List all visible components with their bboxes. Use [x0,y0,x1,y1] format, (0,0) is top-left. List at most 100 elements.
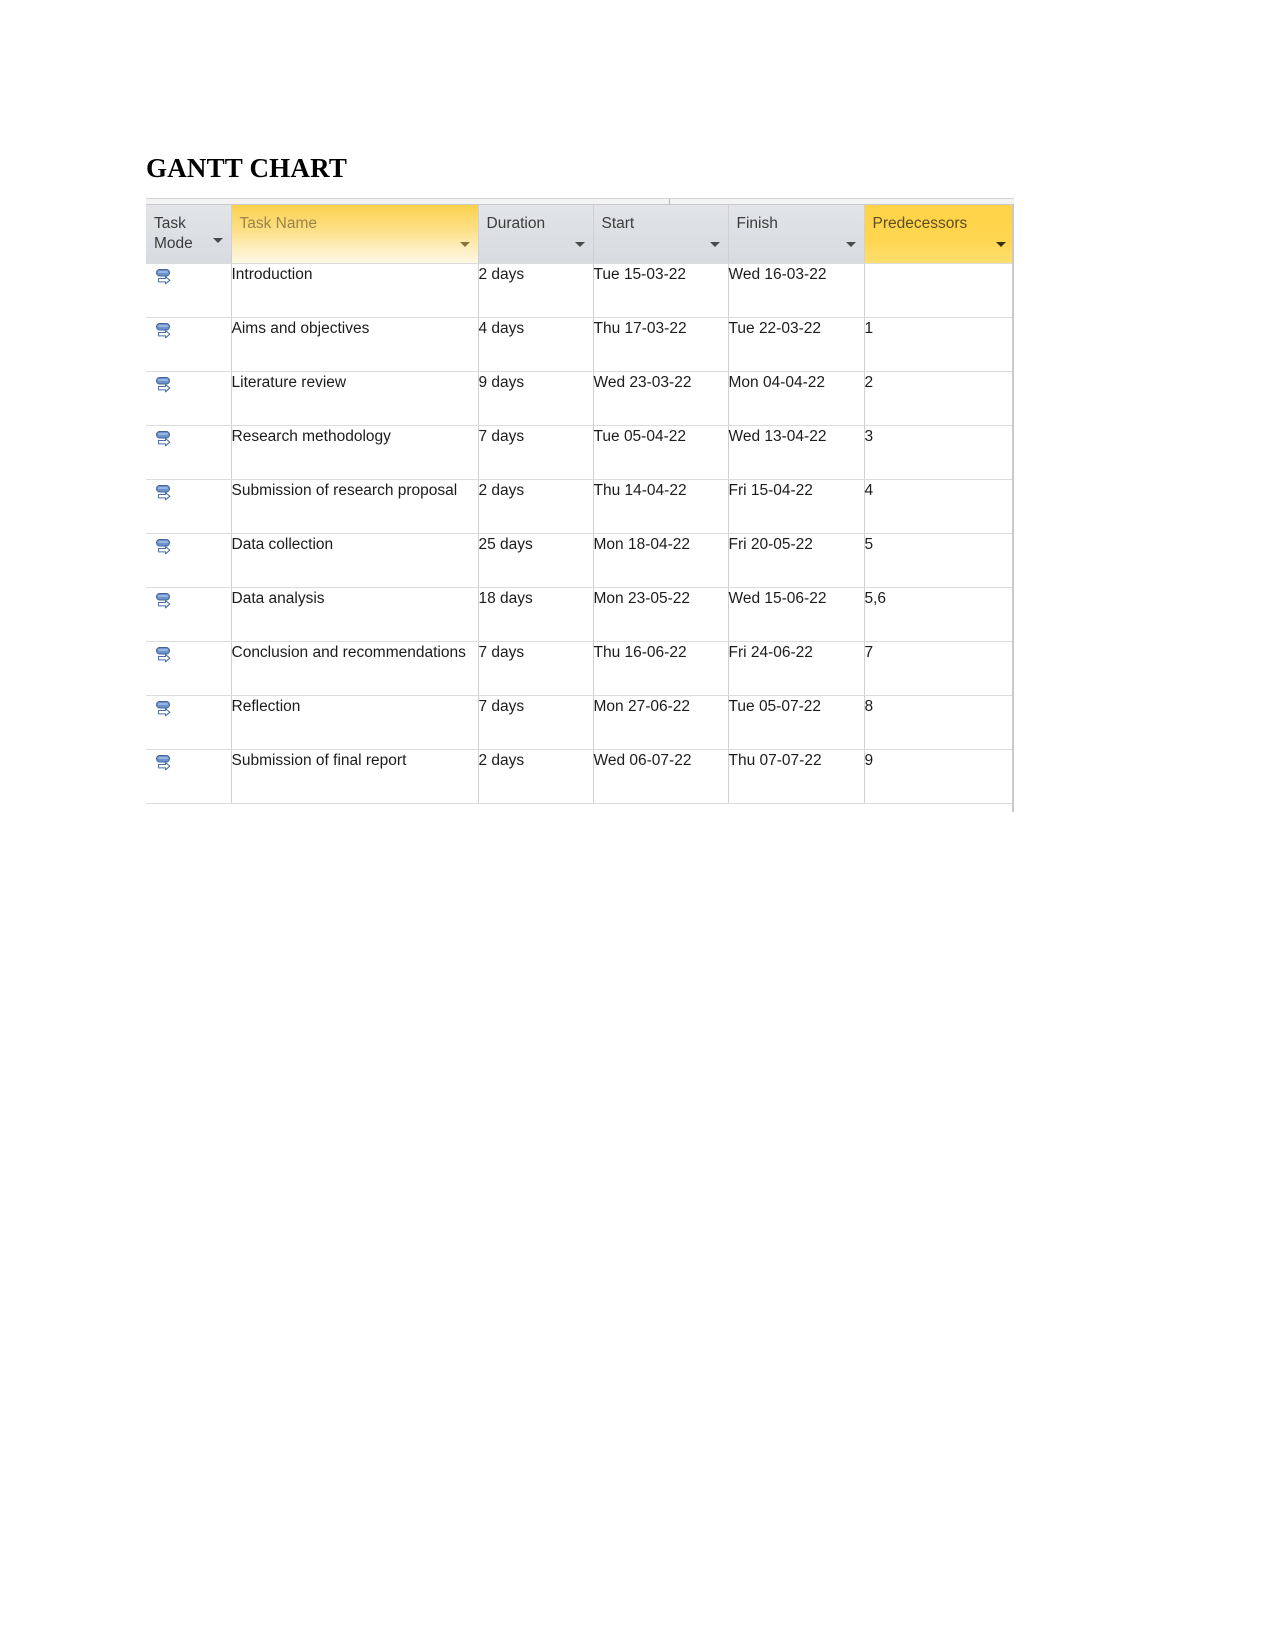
cell-duration[interactable]: 4 days [478,317,594,372]
column-header-finish-label: Finish [736,215,778,232]
cell-start-text: Thu 16-06-22 [593,643,687,661]
column-header-finish[interactable]: Finish [728,205,865,264]
cell-start[interactable]: Thu 14-04-22 [593,479,729,534]
cell-task-mode[interactable] [146,263,232,318]
cell-start[interactable]: Tue 05-04-22 [593,425,729,480]
cell-predecessors[interactable]: 7 [864,641,1014,696]
cell-predecessors[interactable]: 8 [864,695,1014,750]
cell-task-mode[interactable] [146,425,232,480]
table-row[interactable]: Introduction 2 days Tue 15-03-22 Wed 16-03-… [146,263,1014,318]
cell-start-text: Thu 14-04-22 [593,481,687,499]
cell-task-name[interactable]: Introduction [231,263,479,318]
cell-start[interactable]: Mon 27-06-22 [593,695,729,750]
cell-duration-text: 2 days [478,751,525,769]
cell-finish[interactable]: Tue 22-03-22 [728,317,865,372]
cell-task-name[interactable]: Submission of research proposal [231,479,479,534]
cell-task-mode[interactable] [146,641,232,696]
cell-predecessors-text: 5,6 [864,589,887,607]
table-row[interactable]: Data collection 25 days Mon 18-04-22 Fri 20… [146,533,1014,588]
column-header-task-mode[interactable]: Task Mode [146,205,232,264]
cell-duration[interactable]: 2 days [478,479,594,534]
cell-duration[interactable]: 2 days [478,263,594,318]
cell-task-name[interactable]: Submission of final report [231,749,479,804]
column-header-start[interactable]: Start [593,205,729,264]
cell-start[interactable]: Mon 23-05-22 [593,587,729,642]
chevron-down-icon[interactable] [996,241,1006,247]
column-header-task-name[interactable]: Task Name [231,205,479,264]
cell-task-name[interactable]: Aims and objectives [231,317,479,372]
cell-finish-text: Fri 20-05-22 [728,535,813,553]
cell-task-name-text: Data collection [231,535,334,553]
cell-duration-text: 2 days [478,265,525,283]
cell-task-name[interactable]: Literature review [231,371,479,426]
cell-task-name[interactable]: Reflection [231,695,479,750]
cell-task-name[interactable]: Data analysis [231,587,479,642]
cell-predecessors[interactable]: 1 [864,317,1014,372]
cell-start-text: Wed 06-07-22 [593,751,692,769]
cell-finish[interactable]: Fri 24-06-22 [728,641,865,696]
cell-predecessors[interactable]: 3 [864,425,1014,480]
cell-start[interactable]: Mon 18-04-22 [593,533,729,588]
table-row[interactable]: Research methodology 7 days Tue 05-04-22 We… [146,425,1014,480]
cell-duration[interactable]: 9 days [478,371,594,426]
cell-start[interactable]: Wed 06-07-22 [593,749,729,804]
cell-finish[interactable]: Thu 07-07-22 [728,749,865,804]
table-row[interactable]: Submission of research proposal 2 days Thu… [146,479,1014,534]
cell-task-mode[interactable] [146,479,232,534]
cell-finish[interactable]: Fri 20-05-22 [728,533,865,588]
cell-duration[interactable]: 18 days [478,587,594,642]
cell-task-name[interactable]: Research methodology [231,425,479,480]
cell-task-name[interactable]: Data collection [231,533,479,588]
cell-duration[interactable]: 7 days [478,695,594,750]
cell-duration-text: 25 days [478,535,533,553]
cell-start[interactable]: Thu 17-03-22 [593,317,729,372]
table-row[interactable]: Submission of final report 2 days Wed 06-0… [146,749,1014,804]
cell-finish[interactable]: Wed 16-03-22 [728,263,865,318]
cell-duration-text: 2 days [478,481,525,499]
cell-task-name-text: Submission of final report [231,751,407,769]
page-title: GANTT CHART [146,153,348,183]
cell-task-mode[interactable] [146,695,232,750]
cell-task-mode[interactable] [146,371,232,426]
cell-finish-text: Wed 13-04-22 [728,427,827,445]
auto-scheduled-icon [155,430,177,454]
cell-task-mode[interactable] [146,317,232,372]
chevron-down-icon[interactable] [212,237,223,243]
cell-predecessors[interactable]: 5,6 [864,587,1014,642]
cell-start[interactable]: Tue 15-03-22 [593,263,729,318]
table-row[interactable]: Data analysis 18 days Mon 23-05-22 Wed 15-0… [146,587,1014,642]
column-header-duration[interactable]: Duration [478,205,594,264]
cell-duration[interactable]: 7 days [478,425,594,480]
cell-start[interactable]: Thu 16-06-22 [593,641,729,696]
cell-duration[interactable]: 7 days [478,641,594,696]
cell-duration-text: 7 days [478,643,525,661]
cell-task-mode[interactable] [146,587,232,642]
cell-predecessors[interactable]: 2 [864,371,1014,426]
column-header-predecessors[interactable]: Predecessors [863,205,1014,264]
cell-predecessors[interactable] [864,263,1014,318]
table-row[interactable]: Conclusion and recommendations 7 days Thu … [146,641,1014,696]
cell-duration[interactable]: 2 days [478,749,594,804]
cell-task-mode[interactable] [146,533,232,588]
chevron-down-icon[interactable] [459,241,470,247]
cell-predecessors[interactable]: 4 [864,479,1014,534]
table-row[interactable]: Aims and objectives 4 days Thu 17-03-22 Tue… [146,317,1014,372]
cell-finish[interactable]: Wed 13-04-22 [728,425,865,480]
cell-task-mode[interactable] [146,749,232,804]
table-row[interactable]: Reflection 7 days Mon 27-06-22 Tue 05-07-22… [146,695,1014,750]
cell-finish[interactable]: Tue 05-07-22 [728,695,865,750]
chevron-down-icon[interactable] [845,241,856,247]
cell-duration[interactable]: 25 days [478,533,594,588]
cell-task-name[interactable]: Conclusion and recommendations [231,641,479,696]
cell-predecessors[interactable]: 5 [864,533,1014,588]
table-row[interactable]: Literature review 9 days Wed 23-03-22 Mon 0… [146,371,1014,426]
cell-predecessors[interactable]: 9 [864,749,1014,804]
cell-finish-text: Wed 15-06-22 [728,589,827,607]
cell-finish[interactable]: Mon 04-04-22 [728,371,865,426]
cell-finish[interactable]: Wed 15-06-22 [728,587,865,642]
cell-predecessors-text: 5 [864,535,874,553]
chevron-down-icon[interactable] [709,241,720,247]
cell-start[interactable]: Wed 23-03-22 [593,371,729,426]
chevron-down-icon[interactable] [574,241,585,247]
cell-finish[interactable]: Fri 15-04-22 [728,479,865,534]
